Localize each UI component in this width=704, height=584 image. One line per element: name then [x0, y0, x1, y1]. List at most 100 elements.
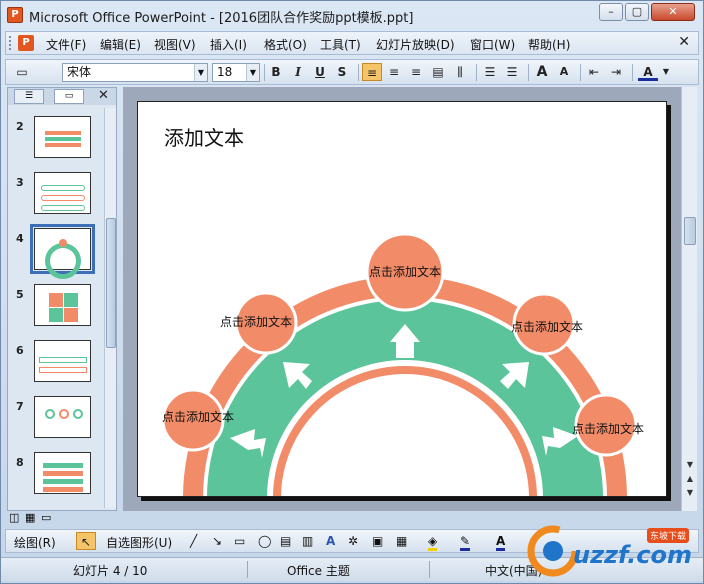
slides-pane-scrollbar[interactable] — [104, 108, 116, 508]
scroll-down-icon[interactable]: ▼ — [684, 459, 696, 471]
slides-pane: ☰ ▭ ✕ 2 3 4 5 6 7 8 — [7, 87, 117, 511]
watermark-logo-icon — [527, 525, 579, 577]
slide-number: 6 — [16, 344, 24, 357]
textbox-icon[interactable]: ▤ — [280, 534, 291, 548]
node-label-right[interactable]: 点击添加文本 — [507, 318, 587, 335]
slide-thumbnail[interactable]: 7 — [8, 392, 102, 442]
slide-thumbnail[interactable]: 2 — [8, 112, 102, 162]
new-document-icon[interactable]: ▭ — [12, 63, 32, 81]
slideshow-icon[interactable]: ▭ — [41, 511, 51, 524]
draw-menu-button[interactable]: 绘图(R) — [14, 534, 56, 551]
toolbar-separator — [528, 64, 529, 81]
fill-color-icon[interactable]: ◈ — [428, 534, 438, 551]
status-divider — [429, 561, 430, 578]
slide-sorter-icon[interactable]: ▦ — [25, 511, 35, 524]
node-label-bottom-right[interactable]: 点击添加文本 — [568, 420, 648, 437]
menu-file[interactable]: 文件(F) — [46, 36, 86, 53]
slide-canvas-area: 添加文本 点击添加文本 点击添加文本 点击添加文本 点击添加文本 点击添加文本 — [123, 87, 681, 511]
distribute-icon[interactable]: ▤ — [428, 63, 448, 81]
restore-button[interactable]: ▢ — [625, 3, 649, 21]
menu-help[interactable]: 帮助(H) — [528, 36, 570, 53]
slide-number: 2 — [16, 120, 24, 133]
minimize-button[interactable]: – — [599, 3, 623, 21]
line-color-icon[interactable]: ✎ — [460, 534, 471, 551]
node-label-left[interactable]: 点击添加文本 — [216, 313, 296, 330]
node-label-top[interactable]: 点击添加文本 — [365, 263, 445, 280]
arrow-tool-icon[interactable]: ↘ — [212, 534, 222, 548]
slide-thumbnail[interactable]: 3 — [8, 168, 102, 218]
menu-window[interactable]: 窗口(W) — [470, 36, 515, 53]
font-name-value: 宋体 — [67, 65, 92, 79]
column-layout-icon[interactable]: ⫼ — [450, 63, 470, 81]
menu-tools[interactable]: 工具(T) — [320, 36, 361, 53]
select-pointer-icon[interactable]: ↖ — [76, 532, 96, 550]
menu-slideshow[interactable]: 幻灯片放映(D) — [376, 36, 455, 53]
toolbar-separator — [264, 64, 265, 81]
scroll-thumb[interactable] — [106, 218, 116, 348]
slide-thumbnail[interactable]: 8 — [8, 448, 102, 498]
previous-slide-icon[interactable]: ▲ — [684, 473, 696, 485]
numbered-list-icon[interactable]: ☰ — [480, 63, 500, 81]
bulleted-list-icon[interactable]: ☰ — [502, 63, 522, 81]
chevron-down-icon[interactable]: ▼ — [660, 63, 672, 81]
close-button[interactable]: ✕ — [651, 3, 695, 21]
powerpoint-app-icon[interactable]: P — [7, 7, 23, 23]
normal-view-icon[interactable]: ◫ — [9, 511, 19, 524]
bold-button[interactable]: B — [266, 63, 286, 81]
decrease-indent-icon[interactable]: ⇤ — [584, 63, 604, 81]
menu-format[interactable]: 格式(O) — [264, 36, 307, 53]
grow-font-button[interactable]: A — [532, 63, 552, 81]
increase-indent-icon[interactable]: ⇥ — [606, 63, 626, 81]
menu-insert[interactable]: 插入(I) — [210, 36, 247, 53]
menu-view[interactable]: 视图(V) — [154, 36, 196, 53]
align-center-icon[interactable]: ≡ — [384, 63, 404, 81]
chevron-down-icon[interactable]: ▼ — [194, 64, 207, 81]
scroll-thumb[interactable] — [684, 217, 696, 245]
thumbnail-image — [34, 284, 91, 326]
font-color-icon[interactable]: A — [496, 534, 506, 551]
main-scrollbar[interactable]: ▼ ▲ ▼ — [681, 87, 697, 511]
picture-icon[interactable]: ▦ — [396, 534, 407, 548]
oval-icon[interactable]: ◯ — [258, 534, 271, 548]
font-name-combo[interactable]: 宋体 ▼ — [62, 63, 208, 82]
shadow-button[interactable]: S — [332, 63, 352, 81]
slide-thumbnail[interactable]: 6 — [8, 336, 102, 386]
rectangle-icon[interactable]: ▭ — [234, 534, 245, 548]
font-color-button[interactable]: A — [638, 63, 658, 81]
menu-edit[interactable]: 编辑(E) — [100, 36, 141, 53]
line-icon[interactable]: ╱ — [190, 534, 197, 548]
pane-tabs: ☰ ▭ ✕ — [8, 88, 116, 105]
autoshapes-button[interactable]: 自选图形(U) — [106, 534, 172, 551]
slide-thumbnail[interactable]: 5 — [8, 280, 102, 330]
underline-button[interactable]: U — [310, 63, 330, 81]
align-left-icon[interactable]: ≡ — [362, 63, 382, 81]
document-close-button[interactable]: ✕ — [678, 34, 690, 50]
tab-slides[interactable]: ▭ — [54, 89, 84, 104]
title-bar: P Microsoft Office PowerPoint - [2016团队合… — [1, 1, 703, 29]
font-size-value: 18 — [217, 65, 233, 79]
node-label-bottom-left[interactable]: 点击添加文本 — [158, 408, 238, 425]
chevron-down-icon[interactable]: ▼ — [246, 64, 259, 81]
thumbnail-image — [34, 172, 91, 214]
grip-handle[interactable] — [9, 36, 12, 50]
toolbar-separator — [580, 64, 581, 81]
align-right-icon[interactable]: ≡ — [406, 63, 426, 81]
shrink-font-button[interactable]: A — [554, 63, 574, 81]
thumbnail-image — [34, 340, 91, 382]
slide-thumbnail-selected[interactable]: 4 — [8, 224, 102, 279]
vertical-textbox-icon[interactable]: ▥ — [302, 534, 313, 548]
tab-outline[interactable]: ☰ — [14, 89, 44, 104]
document-icon[interactable]: P — [18, 35, 34, 51]
pane-close-button[interactable]: ✕ — [98, 88, 109, 103]
wordart-icon[interactable]: A — [326, 534, 335, 548]
diagram-icon[interactable]: ✲ — [348, 534, 358, 548]
next-slide-icon[interactable]: ▼ — [684, 487, 696, 499]
slide-editor[interactable]: 添加文本 点击添加文本 点击添加文本 点击添加文本 点击添加文本 点击添加文本 — [137, 101, 667, 497]
watermark-badge: 东坡下载 — [647, 528, 690, 543]
italic-button[interactable]: I — [288, 63, 308, 81]
font-size-combo[interactable]: 18 ▼ — [212, 63, 260, 82]
slide-number: 5 — [16, 288, 24, 301]
formatting-toolbar: ▭ 宋体 ▼ 18 ▼ B I U S ≡ ≡ ≡ ▤ ⫼ ☰ ☰ A A ⇤ … — [5, 59, 699, 85]
clipart-icon[interactable]: ▣ — [372, 534, 383, 548]
thumbnail-image — [34, 116, 91, 158]
